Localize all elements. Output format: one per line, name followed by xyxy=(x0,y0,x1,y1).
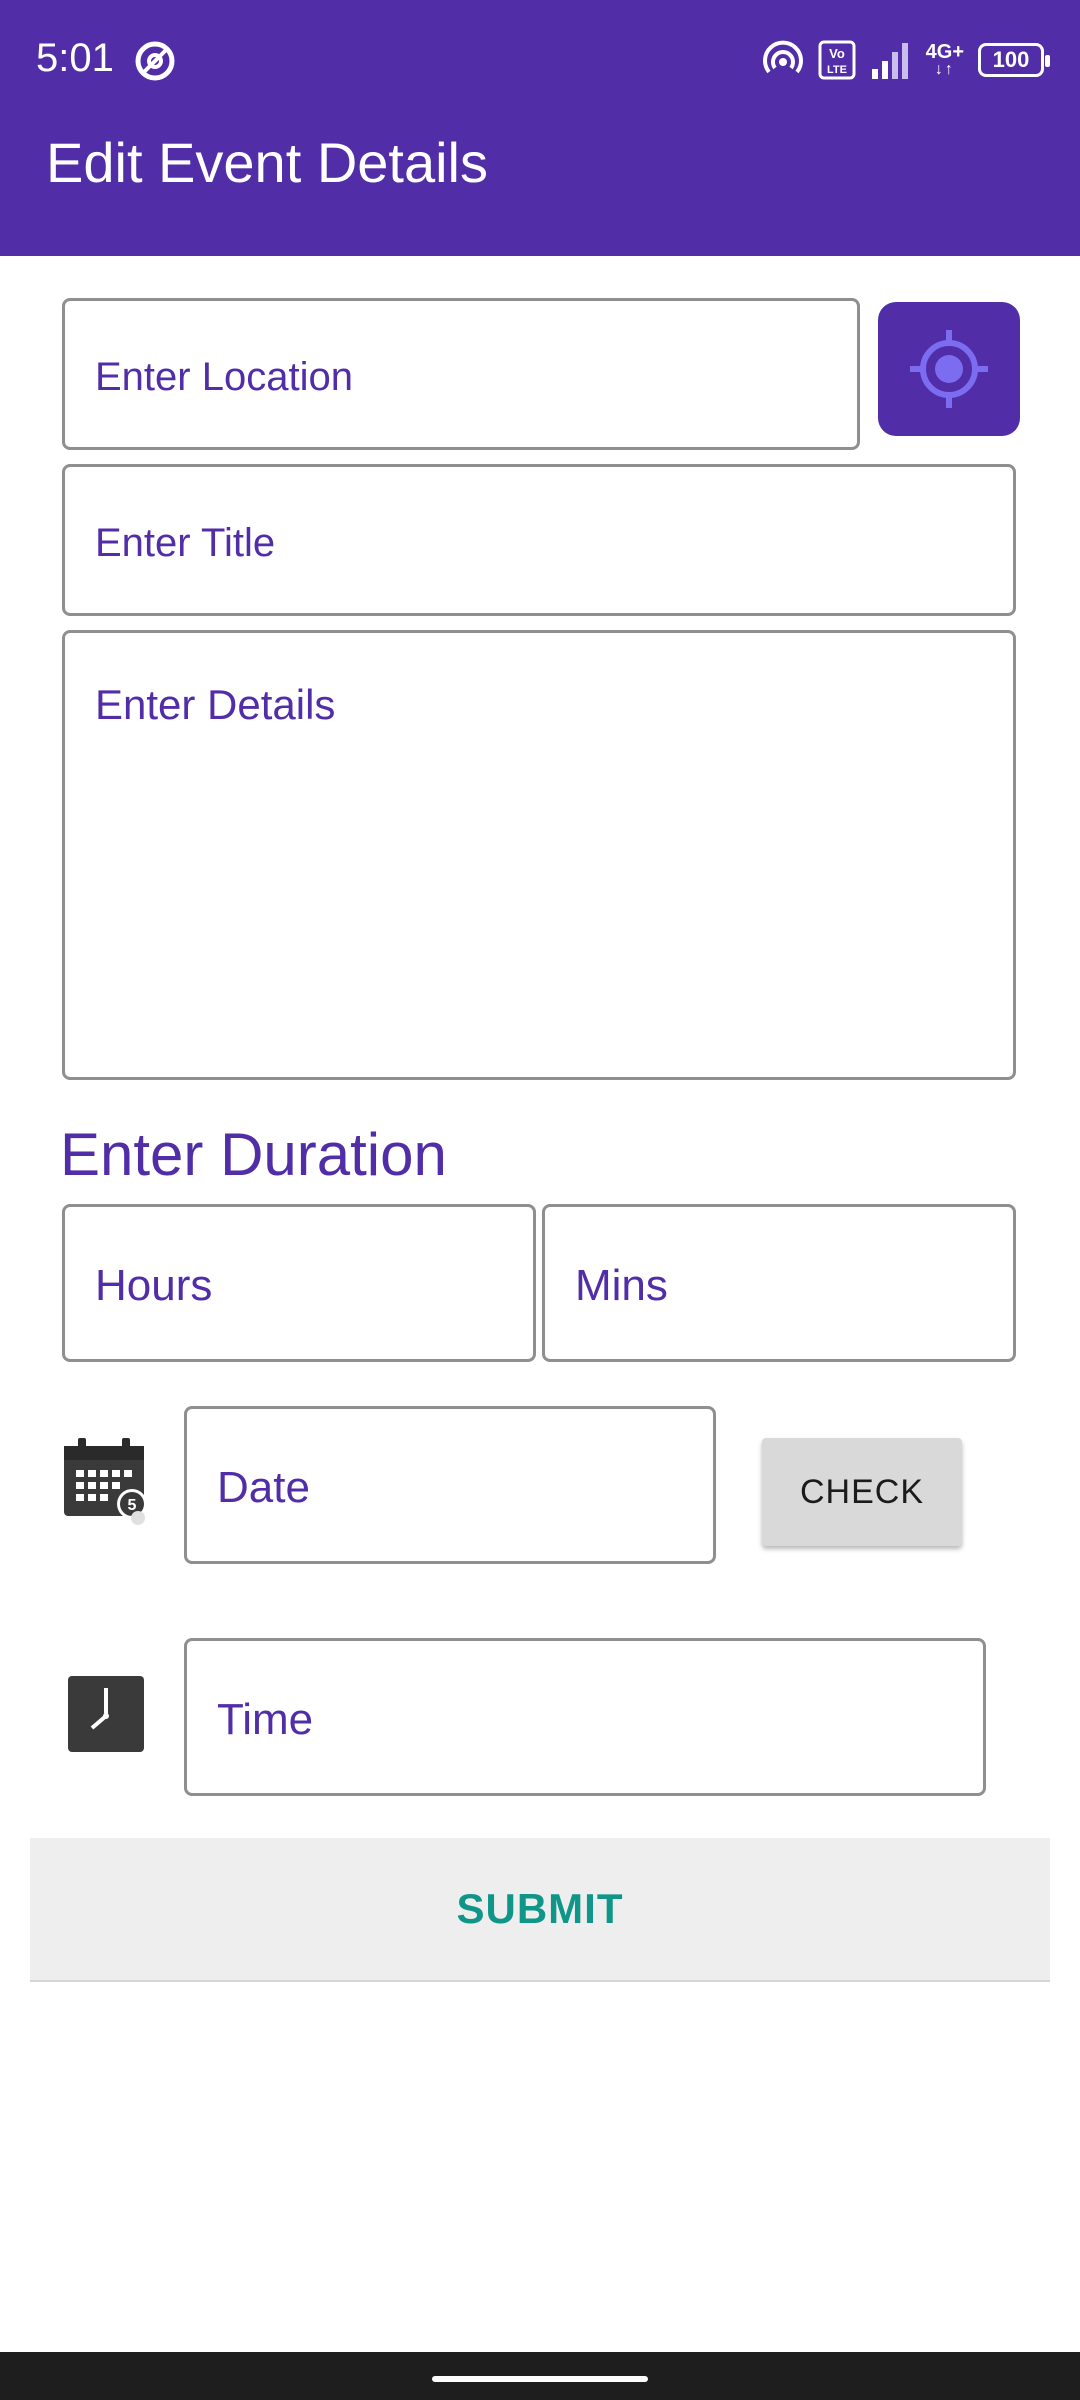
data-saver-icon xyxy=(132,38,178,84)
my-location-icon xyxy=(910,330,988,408)
check-button[interactable]: CHECK xyxy=(762,1438,962,1546)
app-bar: 5:01 Vo LTE 4G+ ↓↑ 100 Edit Event Detail… xyxy=(0,0,1080,256)
date-field[interactable]: Date xyxy=(184,1406,716,1564)
time-placeholder: Time xyxy=(217,1695,314,1744)
date-placeholder: Date xyxy=(217,1463,310,1512)
details-field[interactable]: Enter Details xyxy=(62,630,1016,1080)
clock-icon[interactable] xyxy=(66,1674,146,1754)
home-gesture-handle[interactable] xyxy=(432,2376,648,2382)
signal-icon xyxy=(871,43,908,79)
status-icons: Vo LTE 4G+ ↓↑ 100 xyxy=(762,38,1050,82)
battery-level: 100 xyxy=(992,47,1030,72)
title-field[interactable]: Enter Title xyxy=(62,464,1016,616)
locate-button[interactable] xyxy=(878,302,1020,436)
hours-placeholder: Hours xyxy=(95,1261,213,1310)
page-title: Edit Event Details xyxy=(46,131,488,194)
location-placeholder: Enter Location xyxy=(95,355,353,399)
svg-text:LTE: LTE xyxy=(827,64,847,76)
mins-field[interactable]: Mins xyxy=(542,1204,1016,1362)
submit-button[interactable]: SUBMIT xyxy=(30,1838,1050,1982)
time-field[interactable]: Time xyxy=(184,1638,986,1796)
svg-text:5: 5 xyxy=(128,1497,137,1514)
hours-field[interactable]: Hours xyxy=(62,1204,536,1362)
svg-text:Vo: Vo xyxy=(829,46,845,61)
title-placeholder: Enter Title xyxy=(95,521,276,565)
network-4g-icon: 4G+ ↓↑ xyxy=(925,41,964,78)
mins-placeholder: Mins xyxy=(575,1261,668,1310)
network-type: 4G+ xyxy=(925,41,964,63)
duration-label: Enter Duration xyxy=(60,1121,447,1188)
hotspot-icon xyxy=(762,40,803,74)
status-time: 5:01 xyxy=(36,36,114,80)
location-field[interactable]: Enter Location xyxy=(62,298,860,450)
details-placeholder: Enter Details xyxy=(95,681,336,728)
battery-icon: 100 xyxy=(978,43,1050,77)
calendar-icon[interactable]: 5 xyxy=(60,1434,152,1526)
volte-icon: Vo LTE xyxy=(818,40,856,80)
